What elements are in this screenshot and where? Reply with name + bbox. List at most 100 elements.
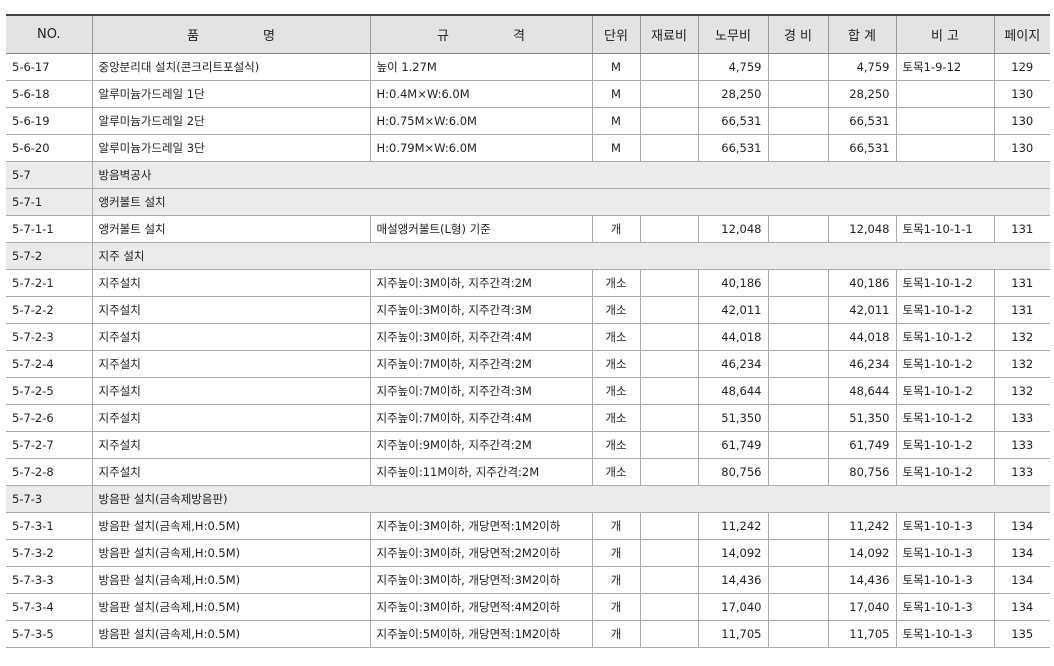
cell-labor: 4,759 [697,53,769,81]
cell-unit: 개 [591,215,641,243]
cell-expense [767,593,829,621]
cell-material [639,512,699,540]
section-title: 지주 설치 [91,242,1050,270]
cell-labor: 48,644 [697,377,769,405]
cell-spec: 지주높이:3M이하, 개당면적:2M2이하 [369,539,593,567]
cell-expense [767,107,829,135]
cell-name: 방음판 설치(금속제,H:0.5M) [91,539,371,567]
section-title: 앵커볼트 설치 [91,188,1050,216]
cell-name: 지주설치 [91,350,371,378]
cell-labor: 66,531 [697,107,769,135]
header-expense: 경 비 [767,14,829,54]
cell-total: 40,186 [827,269,897,297]
cell-remarks: 토목1-10-1-2 [895,377,995,405]
cell-material [639,107,699,135]
cell-labor: 44,018 [697,323,769,351]
cell-no: 5-7-2-5 [6,377,93,405]
cell-unit: 개 [591,512,641,540]
cell-page: 133 [993,458,1050,486]
cell-material [639,539,699,567]
cell-unit: 개소 [591,269,641,297]
cell-no: 5-7-3-4 [6,593,93,621]
cell-labor: 11,242 [697,512,769,540]
cell-material [639,296,699,324]
cell-name: 알루미늄가드레일 1단 [91,80,371,108]
cell-material [639,431,699,459]
cell-unit: 개소 [591,431,641,459]
cell-total: 11,242 [827,512,897,540]
cell-name: 중앙분리대 설치(콘크리트포설식) [91,53,371,81]
cell-unit: M [591,107,641,135]
table-row: 5-7-2-4 지주설치 지주높이:7M이하, 지주간격:2M 개소 46,234 46,… [6,350,1050,378]
cell-remarks: 토목1-10-1-2 [895,431,995,459]
cell-page: 133 [993,431,1050,459]
cell-name: 앵커볼트 설치 [91,215,371,243]
cell-name: 지주설치 [91,269,371,297]
cell-no: 5-7-2-7 [6,431,93,459]
cell-remarks [895,107,995,135]
cell-total: 14,092 [827,539,897,567]
cell-labor: 80,756 [697,458,769,486]
cell-page: 130 [993,107,1050,135]
cell-expense [767,620,829,648]
table-row: 5-7-3-1 방음판 설치(금속제,H:0.5M) 지주높이:3M이하, 개당면적… [6,512,1050,540]
cell-page: 132 [993,350,1050,378]
cell-material [639,593,699,621]
cell-labor: 17,040 [697,593,769,621]
price-table-container: NO. 품 명 규 격 단위 재료비 노무비 경 비 합 계 비 고 페이지 5… [6,14,1050,648]
cell-no: 5-7-2-8 [6,458,93,486]
cell-expense [767,512,829,540]
cell-page: 134 [993,566,1050,594]
cell-total: 12,048 [827,215,897,243]
cell-unit: 개소 [591,377,641,405]
cell-page: 134 [993,593,1050,621]
cell-total: 61,749 [827,431,897,459]
header-no: NO. [6,14,93,54]
table-row: 5-7-2-3 지주설치 지주높이:3M이하, 지주간격:4M 개소 44,018 44,… [6,323,1050,351]
table-header-row: NO. 품 명 규 격 단위 재료비 노무비 경 비 합 계 비 고 페이지 [6,14,1050,54]
cell-labor: 51,350 [697,404,769,432]
cell-expense [767,80,829,108]
cell-expense [767,377,829,405]
cell-name: 알루미늄가드레일 3단 [91,134,371,162]
cell-labor: 28,250 [697,80,769,108]
cell-page: 132 [993,323,1050,351]
cell-spec: 지주높이:3M이하, 개당면적:1M2이하 [369,512,593,540]
table-row: 5-7-2-2 지주설치 지주높이:3M이하, 지주간격:3M 개소 42,011 42,… [6,296,1050,324]
cell-remarks: 토목1-10-1-3 [895,566,995,594]
cell-spec: 지주높이:3M이하, 지주간격:3M [369,296,593,324]
table-row: 5-7-2-6 지주설치 지주높이:7M이하, 지주간격:4M 개소 51,350 51,… [6,404,1050,432]
cell-unit: 개소 [591,404,641,432]
header-unit: 단위 [591,14,641,54]
cell-total: 80,756 [827,458,897,486]
cell-total: 28,250 [827,80,897,108]
cell-expense [767,215,829,243]
cell-expense [767,296,829,324]
cell-unit: 개소 [591,350,641,378]
cell-spec: 매설앵커볼트(L형) 기준 [369,215,593,243]
header-total: 합 계 [827,14,897,54]
cell-page: 129 [993,53,1050,81]
cell-spec: 지주높이:3M이하, 개당면적:3M2이하 [369,566,593,594]
cell-total: 51,350 [827,404,897,432]
section-title: 방음판 설치(금속제방음판) [91,485,1050,513]
cell-no: 5-7-3-2 [6,539,93,567]
cell-expense [767,53,829,81]
cell-remarks: 토목1-10-1-2 [895,296,995,324]
cell-page: 131 [993,269,1050,297]
cell-remarks: 토목1-10-1-3 [895,593,995,621]
cell-remarks: 토목1-10-1-2 [895,269,995,297]
cell-remarks: 토목1-10-1-2 [895,350,995,378]
cell-name: 지주설치 [91,458,371,486]
cell-no: 5-7-3 [6,485,93,513]
cell-no: 5-6-20 [6,134,93,162]
cell-remarks [895,80,995,108]
cell-total: 66,531 [827,107,897,135]
section-title: 방음벽공사 [91,161,1050,189]
cell-expense [767,566,829,594]
cell-remarks: 토목1-10-1-3 [895,539,995,567]
header-page: 페이지 [993,14,1050,54]
header-spec: 규 격 [369,14,593,54]
cell-total: 4,759 [827,53,897,81]
section-row: 5-7 방음벽공사 [6,161,1050,189]
